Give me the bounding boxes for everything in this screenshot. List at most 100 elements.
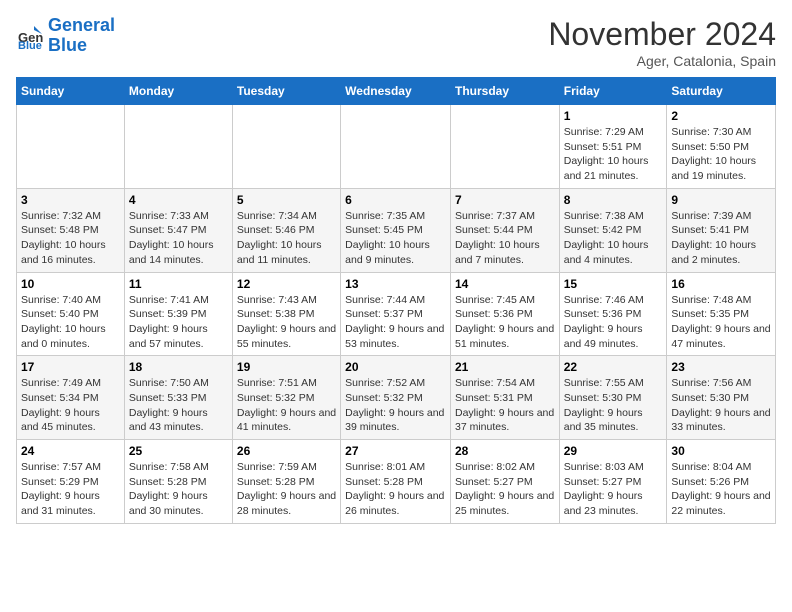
- day-number: 22: [564, 360, 663, 374]
- page-header: Gen Blue GeneralBlue November 2024 Ager,…: [16, 16, 776, 69]
- day-number: 27: [345, 444, 446, 458]
- calendar-week-1: 1Sunrise: 7:29 AM Sunset: 5:51 PM Daylig…: [17, 105, 776, 189]
- calendar-cell: 20 Sunrise: 7:52 AM Sunset: 5:32 PM Dayli…: [341, 356, 451, 440]
- day-number: 5: [237, 193, 336, 207]
- calendar-cell: 4 Sunrise: 7:33 AM Sunset: 5:47 PM Daylig…: [124, 188, 232, 272]
- day-info: Sunrise: 7:38 AM Sunset: 5:42 PM Dayligh…: [564, 209, 663, 268]
- location-subtitle: Ager, Catalonia, Spain: [548, 53, 776, 69]
- day-number: 26: [237, 444, 336, 458]
- day-info: Sunrise: 7:41 AM Sunset: 5:39 PM Dayligh…: [129, 293, 228, 352]
- month-title: November 2024: [548, 16, 776, 53]
- column-header-friday: Friday: [559, 78, 667, 105]
- day-info: Sunrise: 7:33 AM Sunset: 5:47 PM Dayligh…: [129, 209, 228, 268]
- calendar-cell: 12 Sunrise: 7:43 AM Sunset: 5:38 PM Dayli…: [232, 272, 340, 356]
- day-info: Sunrise: 7:43 AM Sunset: 5:38 PM Dayligh…: [237, 293, 336, 352]
- calendar-cell: 23Sunrise: 7:56 AM Sunset: 5:30 PM Dayli…: [667, 356, 776, 440]
- day-number: 24: [21, 444, 120, 458]
- day-info: Sunrise: 7:39 AM Sunset: 5:41 PM Dayligh…: [671, 209, 771, 268]
- calendar-cell: 30 Sunrise: 8:04 AM Sunset: 5:26 PM Dayli…: [667, 440, 776, 524]
- day-info: Sunrise: 7:29 AM Sunset: 5:51 PM Dayligh…: [564, 125, 663, 184]
- day-info: Sunrise: 7:57 AM Sunset: 5:29 PM Dayligh…: [21, 460, 120, 519]
- calendar-cell: 27Sunrise: 8:01 AM Sunset: 5:28 PM Dayli…: [341, 440, 451, 524]
- day-info: Sunrise: 7:40 AM Sunset: 5:40 PM Dayligh…: [21, 293, 120, 352]
- calendar-cell: 1Sunrise: 7:29 AM Sunset: 5:51 PM Daylig…: [559, 105, 667, 189]
- day-number: 14: [455, 277, 555, 291]
- calendar-cell: 21 Sunrise: 7:54 AM Sunset: 5:31 PM Dayli…: [450, 356, 559, 440]
- day-number: 30: [671, 444, 771, 458]
- day-info: Sunrise: 7:32 AM Sunset: 5:48 PM Dayligh…: [21, 209, 120, 268]
- calendar-cell: 26 Sunrise: 7:59 AM Sunset: 5:28 PM Dayli…: [232, 440, 340, 524]
- day-info: Sunrise: 7:35 AM Sunset: 5:45 PM Dayligh…: [345, 209, 446, 268]
- day-info: Sunrise: 7:54 AM Sunset: 5:31 PM Dayligh…: [455, 376, 555, 435]
- calendar-cell: 8 Sunrise: 7:38 AM Sunset: 5:42 PM Daylig…: [559, 188, 667, 272]
- calendar-cell: 29 Sunrise: 8:03 AM Sunset: 5:27 PM Dayli…: [559, 440, 667, 524]
- calendar-cell: 17 Sunrise: 7:49 AM Sunset: 5:34 PM Dayli…: [17, 356, 125, 440]
- calendar-cell: 25 Sunrise: 7:58 AM Sunset: 5:28 PM Dayli…: [124, 440, 232, 524]
- calendar-cell: 6Sunrise: 7:35 AM Sunset: 5:45 PM Daylig…: [341, 188, 451, 272]
- day-info: Sunrise: 8:03 AM Sunset: 5:27 PM Dayligh…: [564, 460, 663, 519]
- calendar-cell: 13 Sunrise: 7:44 AM Sunset: 5:37 PM Dayli…: [341, 272, 451, 356]
- calendar-cell: [450, 105, 559, 189]
- logo: Gen Blue GeneralBlue: [16, 16, 115, 56]
- logo-text: GeneralBlue: [48, 16, 115, 56]
- day-info: Sunrise: 7:52 AM Sunset: 5:32 PM Dayligh…: [345, 376, 446, 435]
- calendar-cell: 14 Sunrise: 7:45 AM Sunset: 5:36 PM Dayli…: [450, 272, 559, 356]
- svg-text:Blue: Blue: [18, 40, 42, 50]
- calendar-table: SundayMondayTuesdayWednesdayThursdayFrid…: [16, 77, 776, 524]
- day-info: Sunrise: 7:44 AM Sunset: 5:37 PM Dayligh…: [345, 293, 446, 352]
- day-number: 12: [237, 277, 336, 291]
- calendar-cell: 10 Sunrise: 7:40 AM Sunset: 5:40 PM Dayli…: [17, 272, 125, 356]
- day-info: Sunrise: 8:04 AM Sunset: 5:26 PM Dayligh…: [671, 460, 771, 519]
- column-header-wednesday: Wednesday: [341, 78, 451, 105]
- day-number: 2: [671, 109, 771, 123]
- calendar-cell: [17, 105, 125, 189]
- calendar-cell: 24 Sunrise: 7:57 AM Sunset: 5:29 PM Dayli…: [17, 440, 125, 524]
- calendar-cell: [232, 105, 340, 189]
- day-number: 18: [129, 360, 228, 374]
- logo-icon: Gen Blue: [16, 22, 44, 50]
- day-number: 13: [345, 277, 446, 291]
- calendar-cell: 19 Sunrise: 7:51 AM Sunset: 5:32 PM Dayli…: [232, 356, 340, 440]
- day-number: 19: [237, 360, 336, 374]
- calendar-body: 1Sunrise: 7:29 AM Sunset: 5:51 PM Daylig…: [17, 105, 776, 524]
- day-number: 7: [455, 193, 555, 207]
- calendar-cell: 15Sunrise: 7:46 AM Sunset: 5:36 PM Dayli…: [559, 272, 667, 356]
- day-number: 17: [21, 360, 120, 374]
- calendar-cell: 16Sunrise: 7:48 AM Sunset: 5:35 PM Dayli…: [667, 272, 776, 356]
- day-info: Sunrise: 7:45 AM Sunset: 5:36 PM Dayligh…: [455, 293, 555, 352]
- calendar-cell: 28Sunrise: 8:02 AM Sunset: 5:27 PM Dayli…: [450, 440, 559, 524]
- column-header-tuesday: Tuesday: [232, 78, 340, 105]
- day-number: 8: [564, 193, 663, 207]
- day-info: Sunrise: 7:55 AM Sunset: 5:30 PM Dayligh…: [564, 376, 663, 435]
- day-number: 20: [345, 360, 446, 374]
- day-number: 9: [671, 193, 771, 207]
- day-info: Sunrise: 7:37 AM Sunset: 5:44 PM Dayligh…: [455, 209, 555, 268]
- day-number: 28: [455, 444, 555, 458]
- day-number: 11: [129, 277, 228, 291]
- calendar-cell: 7 Sunrise: 7:37 AM Sunset: 5:44 PM Daylig…: [450, 188, 559, 272]
- day-info: Sunrise: 7:50 AM Sunset: 5:33 PM Dayligh…: [129, 376, 228, 435]
- calendar-week-2: 3 Sunrise: 7:32 AM Sunset: 5:48 PM Daylig…: [17, 188, 776, 272]
- day-info: Sunrise: 7:49 AM Sunset: 5:34 PM Dayligh…: [21, 376, 120, 435]
- day-number: 23: [671, 360, 771, 374]
- day-info: Sunrise: 7:59 AM Sunset: 5:28 PM Dayligh…: [237, 460, 336, 519]
- day-number: 10: [21, 277, 120, 291]
- day-number: 29: [564, 444, 663, 458]
- calendar-week-4: 17 Sunrise: 7:49 AM Sunset: 5:34 PM Dayli…: [17, 356, 776, 440]
- day-number: 25: [129, 444, 228, 458]
- day-number: 4: [129, 193, 228, 207]
- calendar-cell: [124, 105, 232, 189]
- calendar-header-row: SundayMondayTuesdayWednesdayThursdayFrid…: [17, 78, 776, 105]
- day-info: Sunrise: 7:51 AM Sunset: 5:32 PM Dayligh…: [237, 376, 336, 435]
- day-number: 15: [564, 277, 663, 291]
- day-number: 21: [455, 360, 555, 374]
- calendar-week-5: 24 Sunrise: 7:57 AM Sunset: 5:29 PM Dayli…: [17, 440, 776, 524]
- column-header-thursday: Thursday: [450, 78, 559, 105]
- calendar-cell: 22 Sunrise: 7:55 AM Sunset: 5:30 PM Dayli…: [559, 356, 667, 440]
- day-info: Sunrise: 7:58 AM Sunset: 5:28 PM Dayligh…: [129, 460, 228, 519]
- calendar-cell: 2Sunrise: 7:30 AM Sunset: 5:50 PM Daylig…: [667, 105, 776, 189]
- day-number: 3: [21, 193, 120, 207]
- day-number: 16: [671, 277, 771, 291]
- calendar-week-3: 10 Sunrise: 7:40 AM Sunset: 5:40 PM Dayli…: [17, 272, 776, 356]
- day-info: Sunrise: 7:34 AM Sunset: 5:46 PM Dayligh…: [237, 209, 336, 268]
